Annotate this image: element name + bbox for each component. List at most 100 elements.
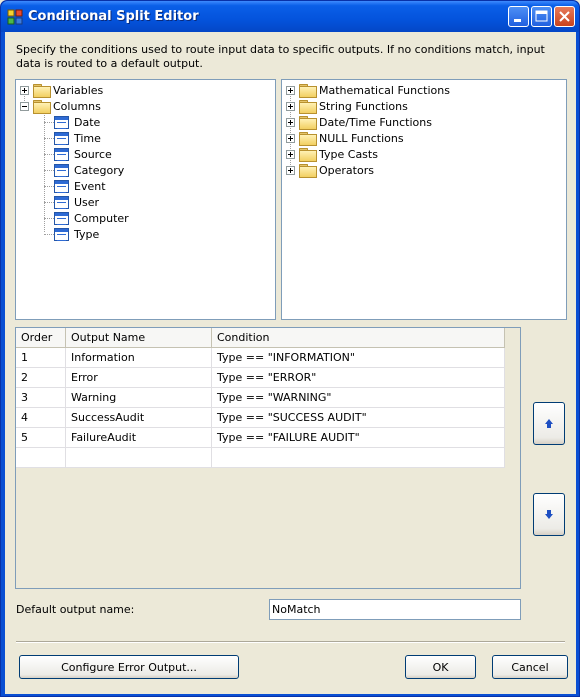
column-icon bbox=[54, 179, 69, 193]
table-row[interactable]: 4 SuccessAudit Type == "SUCCESS AUDIT" bbox=[16, 408, 505, 428]
expand-icon[interactable] bbox=[286, 117, 295, 127]
folder-icon bbox=[299, 148, 317, 162]
condition-cell[interactable]: Type == "INFORMATION" bbox=[212, 348, 505, 368]
expand-icon[interactable] bbox=[20, 85, 29, 95]
divider bbox=[16, 641, 565, 643]
column-label: Time bbox=[74, 131, 101, 145]
default-output-label: Default output name: bbox=[16, 603, 135, 616]
tree-node-label: Operators bbox=[319, 163, 374, 177]
tree-node-datetime-functions[interactable]: Date/Time Functions bbox=[286, 114, 432, 130]
tree-column-time[interactable]: Time bbox=[54, 130, 101, 146]
minimize-button[interactable] bbox=[508, 6, 529, 27]
expand-icon[interactable] bbox=[286, 101, 295, 111]
order-cell[interactable]: 3 bbox=[16, 388, 66, 408]
dialog-window: Conditional Split Editor Specify the con… bbox=[0, 0, 580, 697]
minimize-icon bbox=[514, 19, 521, 22]
order-cell[interactable]: 5 bbox=[16, 428, 66, 448]
output-name-cell[interactable]: Error bbox=[66, 368, 212, 388]
window-title: Conditional Split Editor bbox=[28, 9, 199, 24]
cancel-button[interactable]: Cancel bbox=[492, 655, 568, 679]
tree-column-event[interactable]: Event bbox=[54, 178, 106, 194]
column-header-order[interactable]: Order bbox=[16, 328, 66, 348]
maximize-button[interactable] bbox=[531, 6, 552, 27]
tree-node-string-functions[interactable]: String Functions bbox=[286, 98, 408, 114]
output-name-cell[interactable]: Information bbox=[66, 348, 212, 368]
output-name-cell[interactable] bbox=[66, 448, 212, 468]
condition-cell[interactable] bbox=[212, 448, 505, 468]
tree-node-null-functions[interactable]: NULL Functions bbox=[286, 130, 404, 146]
move-up-button[interactable] bbox=[533, 402, 565, 445]
tree-column-computer[interactable]: Computer bbox=[54, 210, 129, 226]
tree-node-label: NULL Functions bbox=[319, 131, 404, 145]
table-row[interactable]: 2 Error Type == "ERROR" bbox=[16, 368, 505, 388]
output-name-cell[interactable]: SuccessAudit bbox=[66, 408, 212, 428]
tree-node-label: Date/Time Functions bbox=[319, 115, 432, 129]
tree-node-mathematical-functions[interactable]: Mathematical Functions bbox=[286, 82, 450, 98]
tree-column-source[interactable]: Source bbox=[54, 146, 112, 162]
column-label: Date bbox=[74, 115, 101, 129]
expand-icon[interactable] bbox=[286, 165, 295, 175]
folder-icon bbox=[299, 132, 317, 146]
column-icon bbox=[54, 115, 69, 129]
condition-cell[interactable]: Type == "SUCCESS AUDIT" bbox=[212, 408, 505, 428]
folder-icon bbox=[33, 84, 51, 98]
order-cell[interactable] bbox=[16, 448, 66, 468]
instructions-text: Specify the conditions used to route inp… bbox=[16, 43, 545, 70]
expand-icon[interactable] bbox=[286, 133, 295, 143]
tree-column-category[interactable]: Category bbox=[54, 162, 124, 178]
column-icon bbox=[54, 131, 69, 145]
tree-column-type[interactable]: Type bbox=[54, 226, 99, 242]
conditions-grid[interactable]: Order Output Name Condition 1 Informatio… bbox=[15, 327, 521, 589]
collapse-icon[interactable] bbox=[20, 101, 29, 111]
condition-cell[interactable]: Type == "ERROR" bbox=[212, 368, 505, 388]
table-row[interactable]: 5 FailureAudit Type == "FAILURE AUDIT" bbox=[16, 428, 505, 448]
arrow-down-icon bbox=[544, 509, 554, 520]
expand-icon[interactable] bbox=[286, 149, 295, 159]
column-label: Type bbox=[74, 227, 100, 241]
expand-icon[interactable] bbox=[286, 85, 295, 95]
new-row[interactable] bbox=[16, 448, 505, 468]
configure-error-output-button[interactable]: Configure Error Output... bbox=[19, 655, 239, 679]
table-row[interactable]: 1 Information Type == "INFORMATION" bbox=[16, 348, 505, 368]
arrow-up-icon bbox=[544, 418, 554, 429]
column-icon bbox=[54, 147, 69, 161]
order-cell[interactable]: 1 bbox=[16, 348, 66, 368]
condition-cell[interactable]: Type == "FAILURE AUDIT" bbox=[212, 428, 505, 448]
tree-node-label: String Functions bbox=[319, 99, 408, 113]
columns-variables-tree[interactable]: Variables Columns Date Time Source Categ… bbox=[15, 79, 276, 320]
column-label: Event bbox=[74, 179, 106, 193]
title-bar[interactable]: Conditional Split Editor bbox=[1, 1, 579, 32]
tree-node-columns[interactable]: Columns bbox=[20, 98, 101, 114]
move-down-button[interactable] bbox=[533, 493, 565, 536]
folder-icon bbox=[299, 84, 317, 98]
folder-icon bbox=[33, 100, 51, 114]
ok-button[interactable]: OK bbox=[405, 655, 476, 679]
tree-node-label: Type Casts bbox=[319, 147, 378, 161]
table-row[interactable]: 3 Warning Type == "WARNING" bbox=[16, 388, 505, 408]
column-icon bbox=[54, 163, 69, 177]
tree-node-operators[interactable]: Operators bbox=[286, 162, 374, 178]
condition-cell[interactable]: Type == "WARNING" bbox=[212, 388, 505, 408]
output-name-cell[interactable]: FailureAudit bbox=[66, 428, 212, 448]
output-name-cell[interactable]: Warning bbox=[66, 388, 212, 408]
tree-node-label: Mathematical Functions bbox=[319, 83, 450, 97]
tree-column-user[interactable]: User bbox=[54, 194, 99, 210]
tree-node-label: Columns bbox=[53, 99, 101, 113]
column-header-condition[interactable]: Condition bbox=[212, 328, 505, 348]
column-label: Category bbox=[74, 163, 125, 177]
tree-column-date[interactable]: Date bbox=[54, 114, 100, 130]
grid-header: Order Output Name Condition bbox=[16, 328, 505, 348]
tree-node-variables[interactable]: Variables bbox=[20, 82, 103, 98]
order-cell[interactable]: 2 bbox=[16, 368, 66, 388]
close-button[interactable] bbox=[554, 6, 575, 27]
column-label: Source bbox=[74, 147, 112, 161]
column-label: User bbox=[74, 195, 100, 209]
default-output-name-input[interactable] bbox=[269, 599, 521, 620]
tree-node-type-casts[interactable]: Type Casts bbox=[286, 146, 378, 162]
maximize-icon bbox=[535, 10, 548, 22]
close-icon bbox=[559, 11, 570, 22]
functions-tree[interactable]: Mathematical Functions String Functions … bbox=[281, 79, 567, 320]
conditional-split-app-icon bbox=[7, 9, 23, 25]
order-cell[interactable]: 4 bbox=[16, 408, 66, 428]
column-header-output-name[interactable]: Output Name bbox=[66, 328, 212, 348]
